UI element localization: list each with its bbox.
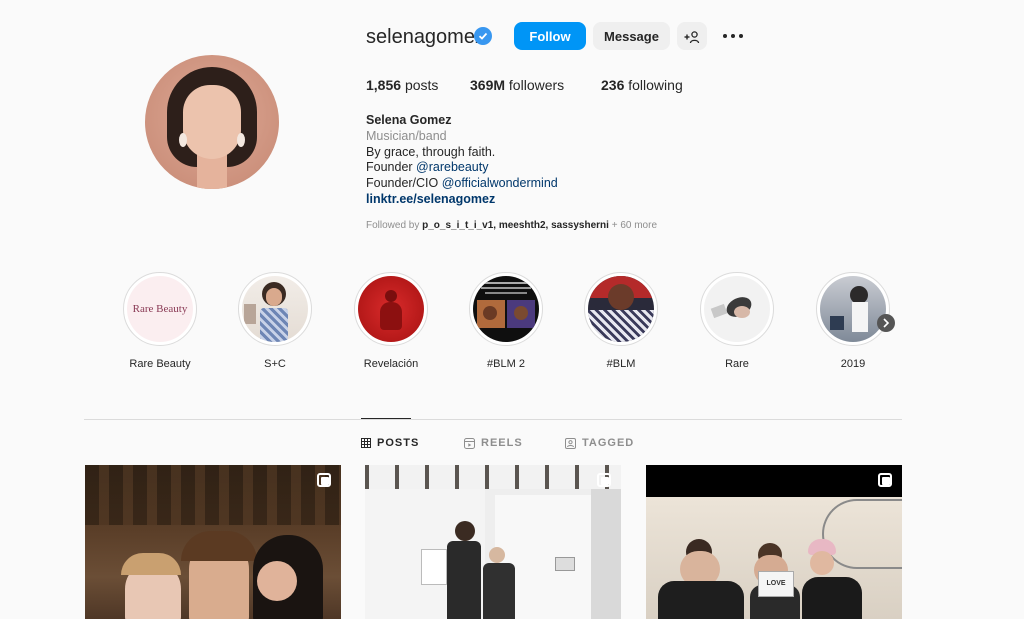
highlight-blm-2[interactable]: #BLM 2 xyxy=(468,272,544,370)
verified-badge-icon xyxy=(474,27,492,45)
highlight-rare[interactable]: Rare xyxy=(699,272,775,370)
multi-post-icon xyxy=(317,473,331,487)
reels-icon xyxy=(464,437,475,449)
avatar-earring-left xyxy=(179,133,187,147)
highlight-label: Rare Beauty xyxy=(129,358,191,370)
highlight-s-c[interactable]: S+C xyxy=(237,272,313,370)
wondermind-link[interactable]: @officialwondermind xyxy=(442,176,558,190)
bio-line: By grace, through faith. xyxy=(366,144,496,159)
bio-founder-cio-line: Founder/CIO @officialwondermind xyxy=(366,176,558,191)
highlights-next-icon[interactable] xyxy=(877,314,895,332)
rare-beauty-logo: Rare Beauty xyxy=(132,303,188,315)
active-tab-indicator xyxy=(361,418,411,419)
highlight-blm[interactable]: #BLM xyxy=(583,272,659,370)
followers-stat[interactable]: 369M followers xyxy=(470,77,564,93)
following-stat[interactable]: 236 following xyxy=(601,77,683,93)
highlight-label: #BLM xyxy=(606,358,636,370)
love-sign: LOVE xyxy=(758,571,794,597)
tabs-divider xyxy=(84,419,902,420)
tab-tagged[interactable]: TAGGED xyxy=(565,437,634,449)
multi-post-icon xyxy=(597,473,611,487)
profile-avatar[interactable] xyxy=(145,55,279,189)
highlight-label: 2019 xyxy=(840,358,866,370)
post-thumbnail[interactable]: LOVE xyxy=(646,465,902,619)
tab-posts[interactable]: POSTS xyxy=(361,437,419,449)
username: selenagomez xyxy=(366,26,485,48)
post-thumbnail[interactable] xyxy=(365,465,621,619)
post-thumbnail[interactable] xyxy=(85,465,341,619)
profile-bio: Selena Gomez Musician/band By grace, thr… xyxy=(366,113,558,208)
tagged-icon xyxy=(565,437,576,449)
external-link[interactable]: linktr.ee/selenagomez xyxy=(366,192,558,208)
more-options-icon[interactable] xyxy=(722,28,744,44)
grid-icon xyxy=(361,438,371,448)
suggested-users-button[interactable] xyxy=(677,22,707,50)
category-label: Musician/band xyxy=(366,128,447,143)
follow-button[interactable]: Follow xyxy=(514,22,586,50)
avatar-face xyxy=(183,85,241,159)
bio-founder-line: Founder @rarebeauty xyxy=(366,160,489,175)
add-user-icon xyxy=(684,31,700,43)
highlight-rare-beauty[interactable]: Rare Beauty Rare Beauty xyxy=(122,272,198,370)
multi-post-icon xyxy=(878,473,892,487)
rarebeauty-link[interactable]: @rarebeauty xyxy=(416,160,488,174)
tab-reels[interactable]: REELS xyxy=(464,437,523,449)
message-button[interactable]: Message xyxy=(593,22,670,50)
avatar-earring-right xyxy=(237,133,245,147)
highlight-label: Rare xyxy=(725,358,749,370)
full-name: Selena Gomez xyxy=(366,113,452,127)
highlight-label: Revelación xyxy=(363,358,419,370)
highlight-label: S+C xyxy=(264,358,286,370)
highlight-revelacion[interactable]: Revelación xyxy=(353,272,429,370)
followed-by[interactable]: Followed by p_o_s_i_t_i_v1, meeshth2, sa… xyxy=(366,220,657,231)
highlight-label: #BLM 2 xyxy=(487,358,525,370)
posts-stat[interactable]: 1,856 posts xyxy=(366,77,438,93)
